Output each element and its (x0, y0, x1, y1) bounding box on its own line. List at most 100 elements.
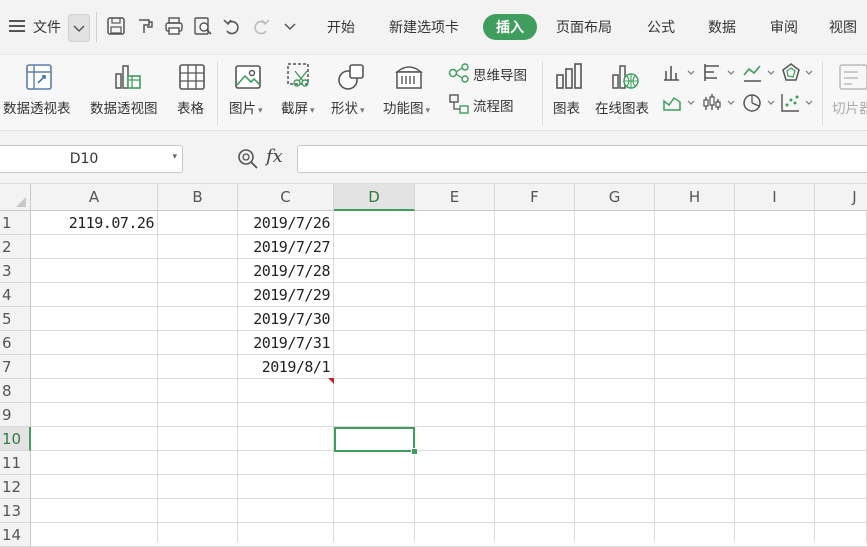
row-header-12[interactable]: 12 (0, 475, 31, 499)
column-header-a[interactable]: A (31, 184, 158, 211)
table-icon (178, 63, 206, 95)
tab-review[interactable]: 审阅 (770, 17, 798, 37)
row-header-7[interactable]: 7 (0, 355, 31, 379)
flowchart-icon (448, 93, 470, 119)
tab-new-tab[interactable]: 新建选项卡 (389, 17, 459, 37)
cell-c7[interactable]: 2019/8/1 (238, 355, 333, 379)
pivot-table-icon (25, 63, 53, 95)
flowchart-button[interactable]: 流程图 (473, 95, 514, 115)
gridline-horizontal (31, 498, 867, 499)
column-header-d[interactable]: D (334, 184, 415, 211)
formula-input[interactable] (297, 145, 867, 173)
cell-error-marker-icon[interactable] (328, 378, 334, 384)
gridline-horizontal (31, 474, 867, 475)
file-menu[interactable]: 文件 (33, 17, 61, 37)
select-all-corner[interactable] (0, 184, 31, 211)
undo-icon[interactable] (222, 16, 244, 38)
cell-c3[interactable]: 2019/7/28 (238, 259, 333, 283)
scatter-chart-icon[interactable] (781, 93, 815, 117)
formula-bar: D10 ▾ fx (0, 131, 867, 184)
zoom-formula-icon[interactable] (237, 148, 259, 174)
mind-map-icon (448, 62, 470, 88)
bar-chart-icon[interactable] (703, 63, 737, 87)
pivot-chart-button[interactable]: 数据透视图 (90, 97, 158, 117)
mind-map-button[interactable]: 思维导图 (473, 64, 527, 84)
column-header-c[interactable]: C (238, 184, 334, 211)
cell-a1[interactable]: 2119.07.26 (31, 211, 157, 235)
table-button[interactable]: 表格 (177, 97, 204, 117)
cell-c6[interactable]: 2019/7/31 (238, 331, 333, 355)
column-header-g[interactable]: G (575, 184, 655, 211)
column-header-h[interactable]: H (655, 184, 735, 211)
line-chart-icon[interactable] (743, 63, 777, 87)
tab-view[interactable]: 视图 (829, 17, 857, 37)
row-header-14[interactable]: 14 (0, 523, 31, 547)
tab-page-layout[interactable]: 页面布局 (556, 17, 612, 37)
slicer-button[interactable]: 切片器 (832, 97, 867, 117)
row-header-5[interactable]: 5 (0, 307, 31, 331)
gridline-vertical (654, 211, 655, 542)
save-icon[interactable] (106, 16, 128, 38)
cell-c5[interactable]: 2019/7/30 (238, 307, 333, 331)
fill-handle[interactable] (411, 448, 418, 455)
online-chart-button[interactable]: 在线图表 (595, 97, 649, 117)
row-header-2[interactable]: 2 (0, 235, 31, 259)
gridline-vertical (333, 211, 334, 542)
row-header-9[interactable]: 9 (0, 403, 31, 427)
cell-c4[interactable]: 2019/7/29 (238, 283, 333, 307)
tab-formulas[interactable]: 公式 (647, 17, 675, 37)
file-dropdown-button[interactable] (68, 14, 90, 42)
pivot-table-button[interactable]: 数据透视表 (3, 97, 71, 117)
tab-data[interactable]: 数据 (708, 17, 736, 37)
screenshot-label: 截屏 (281, 101, 308, 117)
row-header-13[interactable]: 13 (0, 499, 31, 523)
gridline-horizontal (31, 354, 867, 355)
tab-home[interactable]: 开始 (327, 17, 355, 37)
cell-c1[interactable]: 2019/7/26 (238, 211, 333, 235)
redo-icon[interactable] (251, 16, 273, 38)
column-chart-icon[interactable] (663, 63, 697, 87)
pie-chart-icon[interactable] (743, 93, 777, 117)
row-header-4[interactable]: 4 (0, 283, 31, 307)
radar-chart-icon[interactable] (781, 62, 815, 88)
function-chart-icon (394, 62, 424, 96)
gridline-vertical (734, 211, 735, 542)
row-header-10[interactable]: 10 (0, 427, 31, 451)
column-header-f[interactable]: F (495, 184, 575, 211)
column-header-e[interactable]: E (415, 184, 495, 211)
gridline-vertical (814, 211, 815, 542)
format-painter-icon[interactable] (135, 16, 157, 38)
area-chart-icon[interactable] (663, 93, 697, 117)
chart-button[interactable]: 图表 (553, 97, 580, 117)
customize-toolbar-icon[interactable] (282, 16, 304, 38)
function-chart-button[interactable]: 功能图 ▾ (383, 97, 430, 117)
active-cell-selection[interactable] (334, 427, 415, 452)
tab-insert[interactable]: 插入 (483, 14, 537, 40)
picture-button[interactable]: 图片 ▾ (229, 97, 263, 117)
ribbon-insert: 数据透视表 数据透视图 表格 图片 ▾ 截屏 ▾ 形状 ▾ 功能图 ▾ 思维导图 流程图… (0, 55, 867, 131)
name-box[interactable]: D10 ▾ (0, 145, 183, 173)
gridline-horizontal (31, 282, 867, 283)
stock-chart-icon[interactable] (703, 93, 737, 117)
insert-function-button[interactable]: fx (266, 146, 283, 167)
hamburger-menu-icon[interactable] (9, 19, 25, 33)
gridline-vertical (574, 211, 575, 542)
cell-c2[interactable]: 2019/7/27 (238, 235, 333, 259)
column-header-i[interactable]: I (735, 184, 815, 211)
row-header-8[interactable]: 8 (0, 379, 31, 403)
shape-button[interactable]: 形状 ▾ (331, 97, 365, 117)
row-header-3[interactable]: 3 (0, 259, 31, 283)
column-header-j[interactable]: J (815, 184, 867, 211)
name-box-dropdown-icon[interactable]: ▾ (172, 152, 177, 162)
print-icon[interactable] (164, 16, 186, 38)
chart-icon (554, 61, 584, 95)
row-header-6[interactable]: 6 (0, 331, 31, 355)
name-box-value: D10 (69, 151, 99, 167)
print-preview-icon[interactable] (193, 16, 215, 38)
column-header-b[interactable]: B (158, 184, 238, 211)
screenshot-button[interactable]: 截屏 ▾ (281, 97, 315, 117)
menu-bar: 文件 开始 新建选项卡 插入 页面布局 公式 数据 审阅 视图 (0, 0, 867, 55)
gridline-vertical (414, 211, 415, 542)
row-header-11[interactable]: 11 (0, 451, 31, 475)
row-header-1[interactable]: 1 (0, 211, 31, 235)
